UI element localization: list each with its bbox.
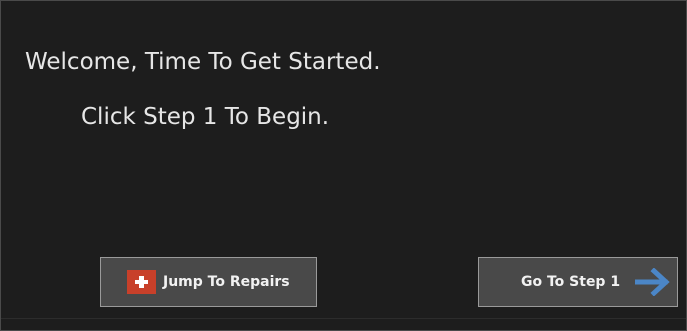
arrow-right-icon: [635, 268, 670, 296]
divider: [1, 318, 686, 319]
jump-to-repairs-label: Jump To Repairs: [163, 274, 290, 290]
go-to-step-1-button[interactable]: Go To Step 1: [478, 257, 678, 307]
welcome-heading: Welcome, Time To Get Started.: [25, 49, 381, 75]
plus-icon: [127, 270, 156, 294]
instruction-text: Click Step 1 To Begin.: [81, 104, 330, 130]
wizard-panel: Welcome, Time To Get Started. Click Step…: [0, 0, 687, 331]
jump-to-repairs-button[interactable]: Jump To Repairs: [100, 257, 317, 307]
go-to-step-1-label: Go To Step 1: [521, 274, 621, 290]
